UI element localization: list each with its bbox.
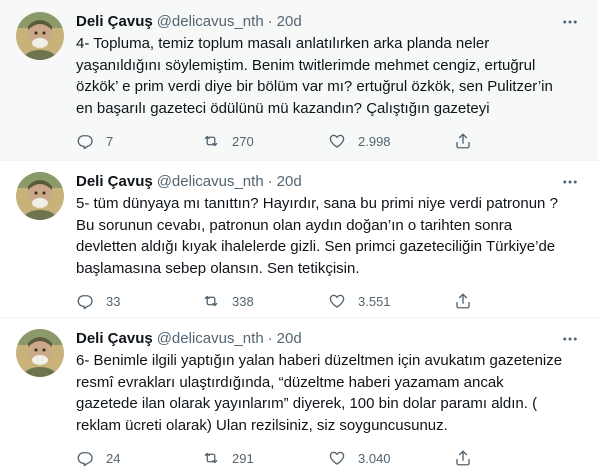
share-icon <box>456 450 470 466</box>
tweet-actions: 24 291 3.040 <box>76 448 582 468</box>
share-icon <box>456 293 470 309</box>
tweet-header: Deli Çavuş @delicavus_nth · 20d <box>76 12 582 32</box>
retweet-icon <box>204 135 218 147</box>
avatar[interactable] <box>16 329 64 377</box>
author-name[interactable]: Deli Çavuş <box>76 329 153 349</box>
share-button[interactable] <box>454 449 494 467</box>
share-button[interactable] <box>454 292 494 310</box>
tweet[interactable]: Deli Çavuş @delicavus_nth · 20d 4- Toplu… <box>0 0 598 160</box>
author-name[interactable]: Deli Çavuş <box>76 12 153 32</box>
tweet-text: 6- Benimle ilgili yaptığın yalan haberi … <box>76 352 563 434</box>
retweet-count: 270 <box>232 133 254 149</box>
share-icon <box>456 133 470 149</box>
tweet-text: 4- Topluma, temiz toplum masalı anlatılı… <box>76 35 553 117</box>
like-count: 2.998 <box>358 133 391 149</box>
more-dots-icon[interactable] <box>558 172 582 192</box>
retweet-icon <box>204 295 218 307</box>
tweet-text: 5- tüm dünyaya mı tanıttın? Hayırdır, sa… <box>76 195 558 277</box>
like-button[interactable]: 3.551 <box>328 292 454 310</box>
reply-button[interactable]: 7 <box>76 132 202 150</box>
share-button[interactable] <box>454 132 494 150</box>
tweet-content: Deli Çavuş @delicavus_nth · 20d 5- tüm d… <box>76 172 582 317</box>
reply-icon <box>77 135 93 150</box>
timeline: Deli Çavuş @delicavus_nth · 20d 4- Toplu… <box>0 0 598 476</box>
author-handle[interactable]: @delicavus_nth <box>157 172 264 192</box>
tweet-time[interactable]: 20d <box>277 172 302 192</box>
tweet-header: Deli Çavuş @delicavus_nth · 20d <box>76 172 582 192</box>
reply-icon <box>77 452 93 467</box>
tweet-content: Deli Çavuş @delicavus_nth · 20d 6- Benim… <box>76 329 582 476</box>
like-count: 3.040 <box>358 450 391 466</box>
author-handle[interactable]: @delicavus_nth <box>157 329 264 349</box>
avatar-column <box>16 12 76 160</box>
avatar-column <box>16 172 76 317</box>
tweet-actions: 33 338 3.551 <box>76 291 582 311</box>
heart-icon <box>329 451 345 465</box>
tweet-actions: 7 270 2.998 <box>76 131 582 151</box>
separator-dot: · <box>267 173 273 190</box>
reply-count: 7 <box>106 133 114 149</box>
like-button[interactable]: 2.998 <box>328 132 454 150</box>
retweet-count: 338 <box>232 293 254 309</box>
retweet-icon <box>204 452 218 464</box>
reply-icon <box>77 295 93 310</box>
separator-dot: · <box>267 330 273 347</box>
avatar[interactable] <box>16 172 64 220</box>
tweet-time[interactable]: 20d <box>277 329 302 349</box>
avatar-column <box>16 329 76 476</box>
retweet-count: 291 <box>232 450 254 466</box>
tweet-header: Deli Çavuş @delicavus_nth · 20d <box>76 329 582 349</box>
like-button[interactable]: 3.040 <box>328 449 454 467</box>
separator-dot: · <box>267 13 273 30</box>
tweet[interactable]: Deli Çavuş @delicavus_nth · 20d 6- Benim… <box>0 317 598 476</box>
tweet-time[interactable]: 20d <box>277 12 302 32</box>
like-count: 3.551 <box>358 293 391 309</box>
author-name[interactable]: Deli Çavuş <box>76 172 153 192</box>
avatar[interactable] <box>16 12 64 60</box>
tweet-content: Deli Çavuş @delicavus_nth · 20d 4- Toplu… <box>76 12 582 160</box>
reply-button[interactable]: 24 <box>76 449 202 467</box>
reply-count: 24 <box>106 450 121 466</box>
heart-icon <box>329 134 345 148</box>
more-dots-icon[interactable] <box>558 329 582 349</box>
retweet-button[interactable]: 270 <box>202 132 328 150</box>
heart-icon <box>329 294 345 308</box>
author-handle[interactable]: @delicavus_nth <box>157 12 264 32</box>
tweet[interactable]: Deli Çavuş @delicavus_nth · 20d 5- tüm d… <box>0 160 598 317</box>
more-dots-icon[interactable] <box>558 12 582 32</box>
retweet-button[interactable]: 338 <box>202 292 328 310</box>
reply-button[interactable]: 33 <box>76 292 202 310</box>
reply-count: 33 <box>106 293 121 309</box>
retweet-button[interactable]: 291 <box>202 449 328 467</box>
